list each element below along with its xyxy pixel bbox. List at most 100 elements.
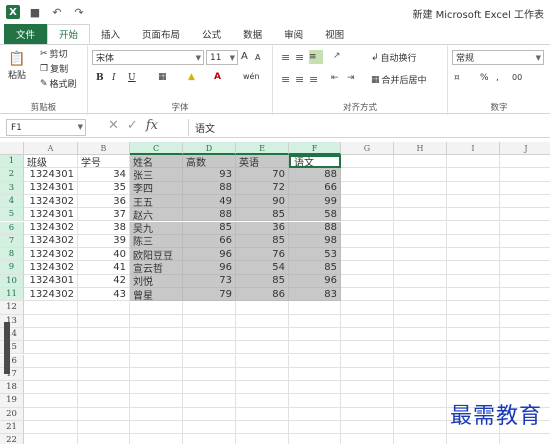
table-cell[interactable] xyxy=(341,314,394,328)
table-cell[interactable] xyxy=(341,434,394,444)
table-cell[interactable] xyxy=(236,301,289,315)
table-cell[interactable]: 88 xyxy=(289,221,341,235)
tab-page-layout[interactable]: 页面布局 xyxy=(131,24,191,44)
table-cell[interactable] xyxy=(78,341,130,355)
table-cell[interactable] xyxy=(130,381,183,395)
table-cell[interactable] xyxy=(236,341,289,355)
table-cell[interactable]: 37 xyxy=(78,208,130,222)
table-cell[interactable] xyxy=(447,194,500,209)
table-cell[interactable]: 35 xyxy=(78,181,130,195)
table-cell[interactable]: 1324301 xyxy=(24,181,78,195)
table-cell[interactable]: 49 xyxy=(183,194,236,209)
row-header[interactable]: 2 xyxy=(0,168,24,182)
table-cell[interactable] xyxy=(183,421,236,435)
table-cell[interactable] xyxy=(394,381,447,395)
merge-center-button[interactable]: ▦ 合并后居中 xyxy=(371,73,427,87)
comma-button[interactable]: , xyxy=(496,73,499,83)
cancel-icon[interactable]: ✕ xyxy=(108,118,119,133)
table-cell[interactable]: 38 xyxy=(78,221,130,235)
table-cell[interactable] xyxy=(341,194,394,209)
table-cell[interactable]: 53 xyxy=(289,248,341,262)
header-cell[interactable] xyxy=(500,155,550,169)
table-cell[interactable] xyxy=(394,261,447,275)
table-cell[interactable] xyxy=(447,168,500,182)
table-cell[interactable] xyxy=(394,194,447,209)
table-cell[interactable] xyxy=(394,288,447,302)
copy-button[interactable]: ❐ 复制 xyxy=(40,62,68,76)
align-left-button[interactable]: ≡ xyxy=(281,73,290,86)
table-cell[interactable] xyxy=(24,327,78,342)
table-cell[interactable] xyxy=(394,434,447,444)
table-cell[interactable]: 85 xyxy=(183,221,236,235)
table-cell[interactable]: 79 xyxy=(183,288,236,302)
number-format-select[interactable]: 常规 ▼ xyxy=(452,50,544,65)
table-cell[interactable]: 85 xyxy=(236,208,289,222)
table-cell[interactable]: 76 xyxy=(236,248,289,262)
table-cell[interactable]: 41 xyxy=(78,261,130,275)
table-cell[interactable] xyxy=(447,288,500,302)
currency-button[interactable]: ¤ xyxy=(454,73,460,83)
format-painter-button[interactable]: ✎ 格式刷 xyxy=(40,77,77,91)
select-all-corner[interactable] xyxy=(0,142,24,155)
table-cell[interactable] xyxy=(394,341,447,355)
table-cell[interactable]: 李四 xyxy=(130,181,183,195)
table-cell[interactable] xyxy=(447,221,500,235)
table-cell[interactable] xyxy=(394,208,447,222)
column-header-e[interactable]: E xyxy=(236,142,289,155)
tab-formulas[interactable]: 公式 xyxy=(191,24,232,44)
table-cell[interactable] xyxy=(130,434,183,444)
table-cell[interactable] xyxy=(500,341,550,355)
table-cell[interactable] xyxy=(447,327,500,342)
font-size-select[interactable]: 11 ▼ xyxy=(206,50,238,65)
increase-decimal-button[interactable]: 00 xyxy=(512,73,522,82)
table-cell[interactable] xyxy=(236,407,289,421)
table-cell[interactable]: 宣云哲 xyxy=(130,261,183,275)
table-cell[interactable] xyxy=(341,168,394,182)
table-cell[interactable] xyxy=(447,261,500,275)
column-header-d[interactable]: D xyxy=(183,142,236,155)
table-cell[interactable] xyxy=(341,208,394,222)
table-cell[interactable] xyxy=(236,327,289,342)
name-box[interactable]: F1 ▼ xyxy=(6,119,86,136)
undo-icon[interactable]: ↶ xyxy=(50,6,64,19)
table-cell[interactable]: 1324301 xyxy=(24,168,78,182)
tab-file[interactable]: 文件 xyxy=(4,24,48,44)
shrink-font-button[interactable]: A xyxy=(255,53,260,62)
table-cell[interactable]: 96 xyxy=(183,261,236,275)
table-cell[interactable] xyxy=(341,327,394,342)
table-cell[interactable] xyxy=(341,221,394,235)
table-cell[interactable] xyxy=(447,248,500,262)
table-cell[interactable] xyxy=(447,381,500,395)
table-cell[interactable] xyxy=(236,314,289,328)
save-icon[interactable]: ■ xyxy=(28,6,42,19)
table-cell[interactable] xyxy=(289,407,341,421)
table-cell[interactable]: 王五 xyxy=(130,194,183,209)
row-header[interactable]: 18 xyxy=(0,381,24,395)
tab-home[interactable]: 开始 xyxy=(47,24,91,44)
table-cell[interactable] xyxy=(78,434,130,444)
table-cell[interactable] xyxy=(24,394,78,408)
row-header[interactable]: 10 xyxy=(0,274,24,288)
table-cell[interactable]: 欧阳豆豆 xyxy=(130,248,183,262)
table-cell[interactable] xyxy=(394,394,447,408)
table-cell[interactable] xyxy=(447,354,500,368)
table-cell[interactable] xyxy=(24,367,78,382)
table-cell[interactable] xyxy=(394,407,447,421)
row-header[interactable]: 8 xyxy=(0,248,24,262)
table-cell[interactable] xyxy=(130,301,183,315)
tab-view[interactable]: 视图 xyxy=(314,24,355,44)
table-cell[interactable] xyxy=(341,367,394,382)
table-cell[interactable] xyxy=(289,434,341,444)
table-cell[interactable] xyxy=(78,407,130,421)
table-cell[interactable] xyxy=(341,181,394,195)
table-cell[interactable] xyxy=(500,235,550,249)
table-cell[interactable]: 88 xyxy=(183,208,236,222)
table-cell[interactable] xyxy=(24,341,78,355)
table-cell[interactable] xyxy=(500,301,550,315)
table-cell[interactable] xyxy=(78,327,130,342)
table-cell[interactable] xyxy=(78,354,130,368)
header-cell[interactable]: 学号 xyxy=(78,155,130,169)
table-cell[interactable] xyxy=(183,327,236,342)
table-cell[interactable]: 赵六 xyxy=(130,208,183,222)
column-header-g[interactable]: G xyxy=(341,142,394,155)
